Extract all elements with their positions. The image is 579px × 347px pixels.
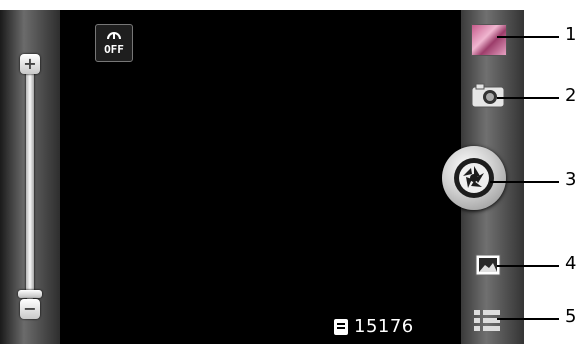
callout-number-5: 5 [565,306,577,327]
shutter-button[interactable] [442,146,506,210]
aperture-icon [454,158,494,198]
self-timer-indicator[interactable]: OFF [95,24,133,62]
callout-line-5 [497,318,559,320]
callout-line-1 [497,36,559,38]
remaining-pictures-count: 15176 [354,316,414,337]
timer-status: OFF [104,43,124,56]
gallery-thumbnail[interactable] [471,24,507,56]
callout-line-2 [497,97,559,99]
control-bar [442,10,524,344]
viewfinder[interactable]: OFF 15176 [60,10,461,344]
sd-card-icon [334,318,348,335]
zoom-slider-track[interactable] [26,64,34,300]
zoom-rail: + − [0,10,60,344]
zoom-slider-thumb[interactable] [18,290,42,298]
zoom-out-button[interactable]: − [20,299,40,319]
camera-mode-icon[interactable] [471,82,505,108]
timer-icon [107,32,121,40]
callout-line-4 [497,265,559,267]
callout-number-4: 4 [565,253,577,274]
callout-number-2: 2 [565,85,577,106]
callout-number-3: 3 [565,169,577,190]
settings-menu-icon[interactable] [473,306,501,334]
camera-screen: + − OFF 15176 [0,0,524,347]
zoom-in-button[interactable]: + [20,54,40,74]
storage-indicator: 15176 [334,316,414,337]
callout-line-3 [490,181,559,183]
callout-number-1: 1 [565,24,577,45]
